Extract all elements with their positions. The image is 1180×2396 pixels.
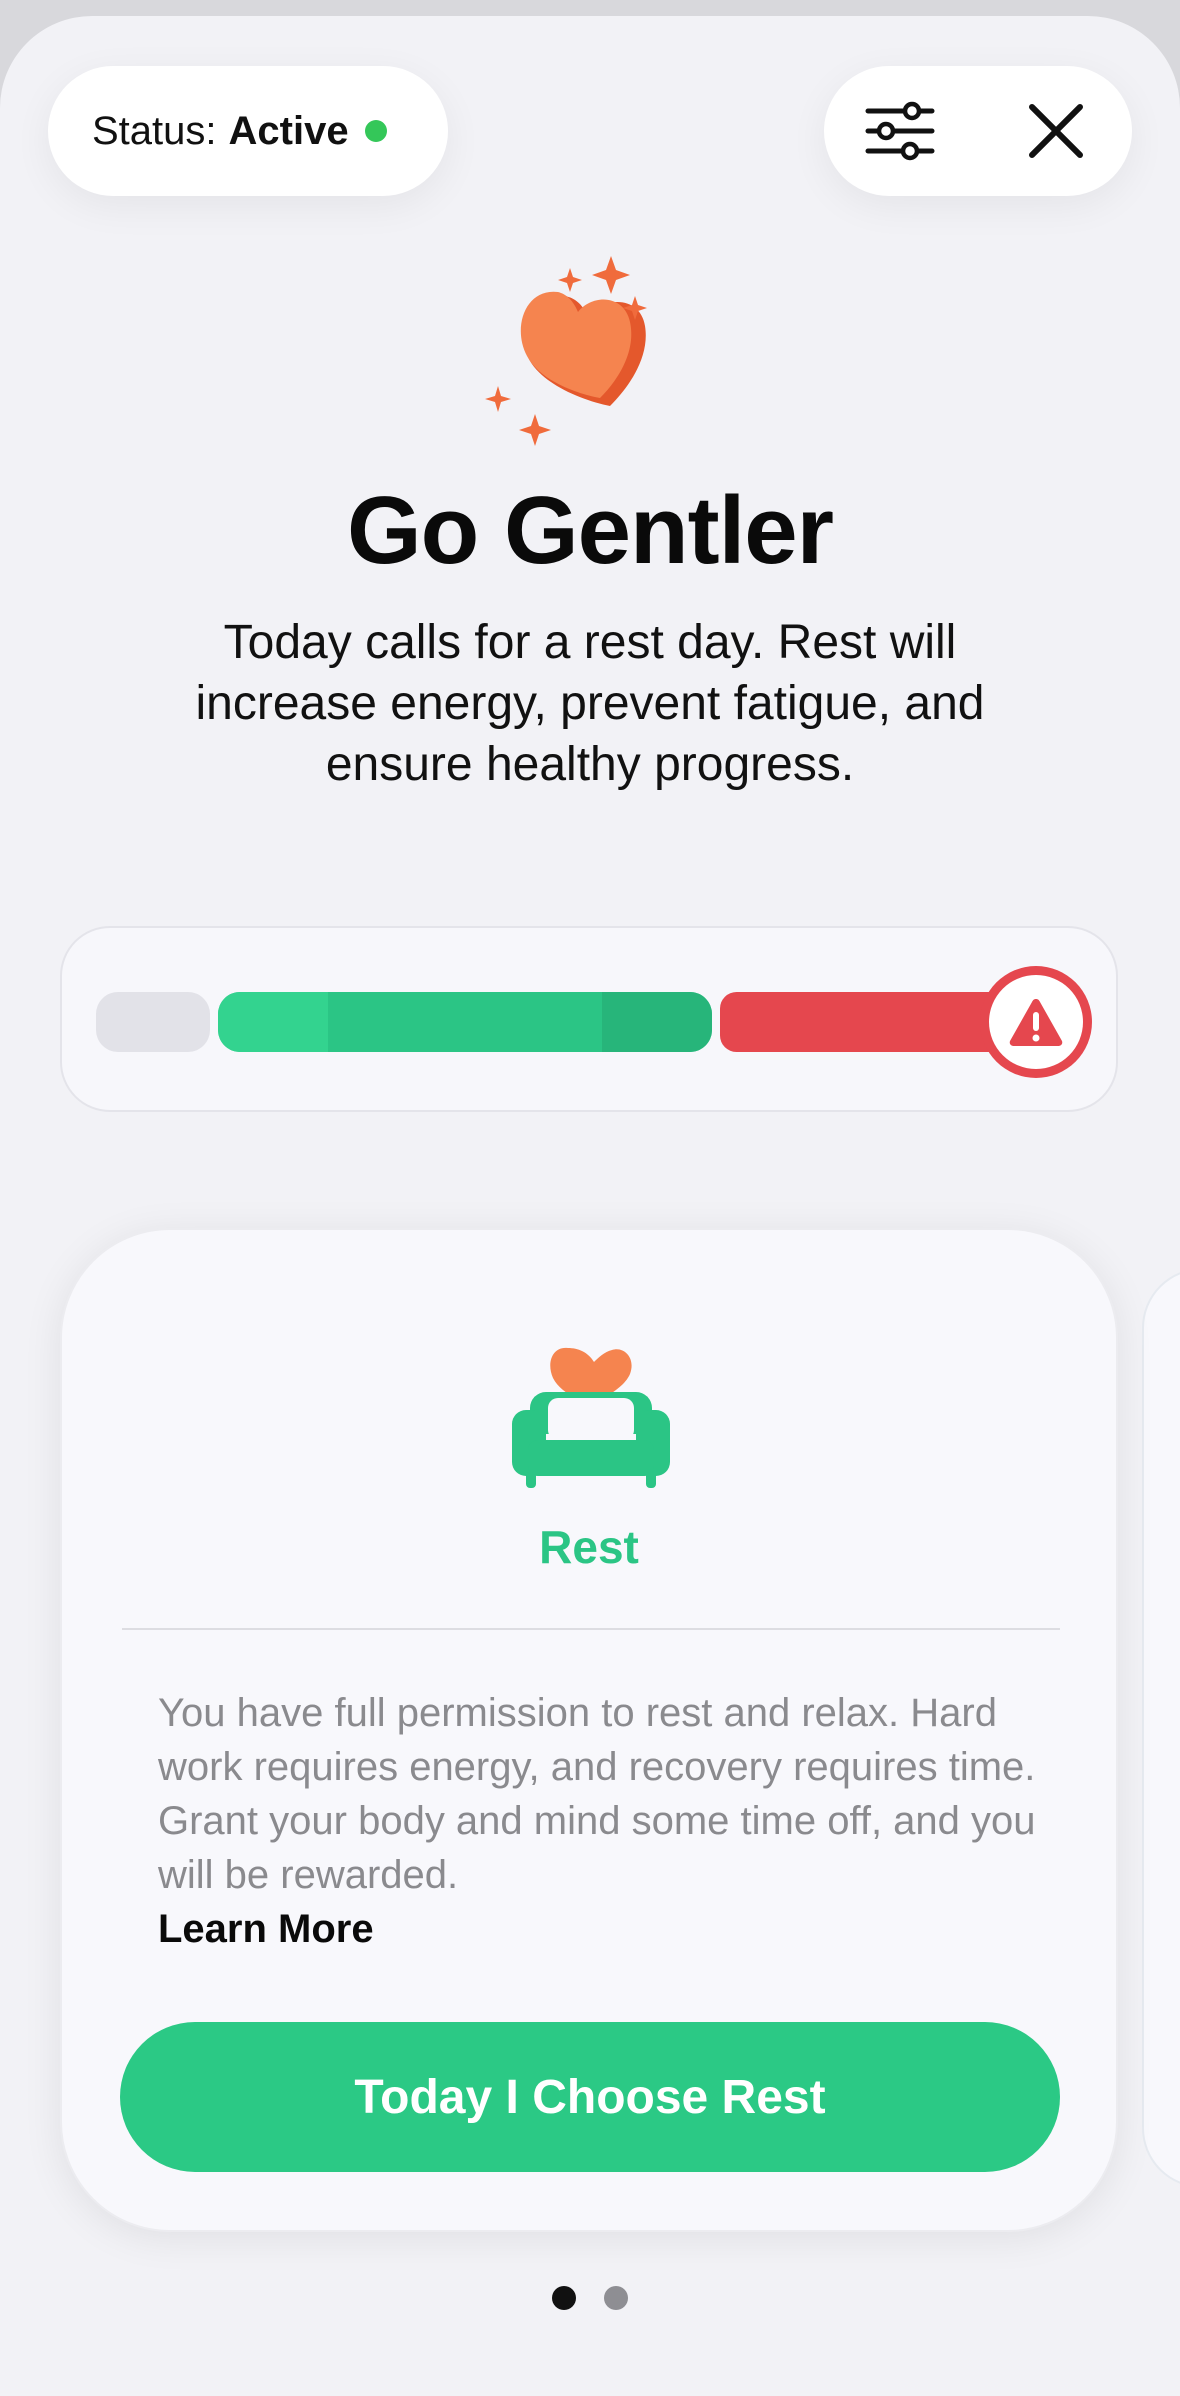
page-dot-1[interactable] — [552, 2286, 576, 2310]
status-pill: Status: Active — [48, 66, 448, 196]
status-value: Active — [228, 108, 349, 153]
strain-meter — [60, 926, 1118, 1112]
page-dot-2[interactable] — [604, 2286, 628, 2310]
learn-more-link[interactable]: Learn More — [158, 1902, 1038, 1956]
close-button[interactable] — [1016, 96, 1096, 166]
close-icon — [1029, 104, 1083, 158]
sliders-icon — [865, 101, 935, 161]
card-divider — [122, 1628, 1060, 1630]
warning-icon — [1009, 999, 1063, 1046]
rest-card: Rest You have full permission to rest an… — [60, 1228, 1118, 2232]
status-label: Status: — [92, 108, 217, 153]
card-title: Rest — [539, 1521, 639, 1573]
heart-sparkles-icon — [485, 256, 647, 446]
meter-segment-optimal — [218, 992, 712, 1052]
sheet: Status: Active Go Gentler Today calls fo… — [0, 16, 1180, 2396]
meter-segment-low — [96, 992, 210, 1052]
choose-rest-button[interactable]: Today I Choose Rest — [120, 2022, 1060, 2172]
actions-pill — [824, 66, 1132, 196]
couch-heart-icon — [512, 1347, 670, 1488]
page-indicator[interactable] — [0, 2286, 1180, 2310]
card-body-text: You have full permission to rest and rel… — [158, 1691, 1036, 1897]
next-card-peek[interactable] — [1142, 1268, 1180, 2188]
filters-button[interactable] — [860, 96, 940, 166]
status-dot — [364, 120, 387, 142]
card-body: You have full permission to rest and rel… — [158, 1686, 1038, 1956]
meter-indicator — [980, 966, 1092, 1078]
page-title: Go Gentler — [346, 477, 834, 584]
page-subtitle: Today calls for a rest day. Rest will in… — [195, 616, 985, 791]
